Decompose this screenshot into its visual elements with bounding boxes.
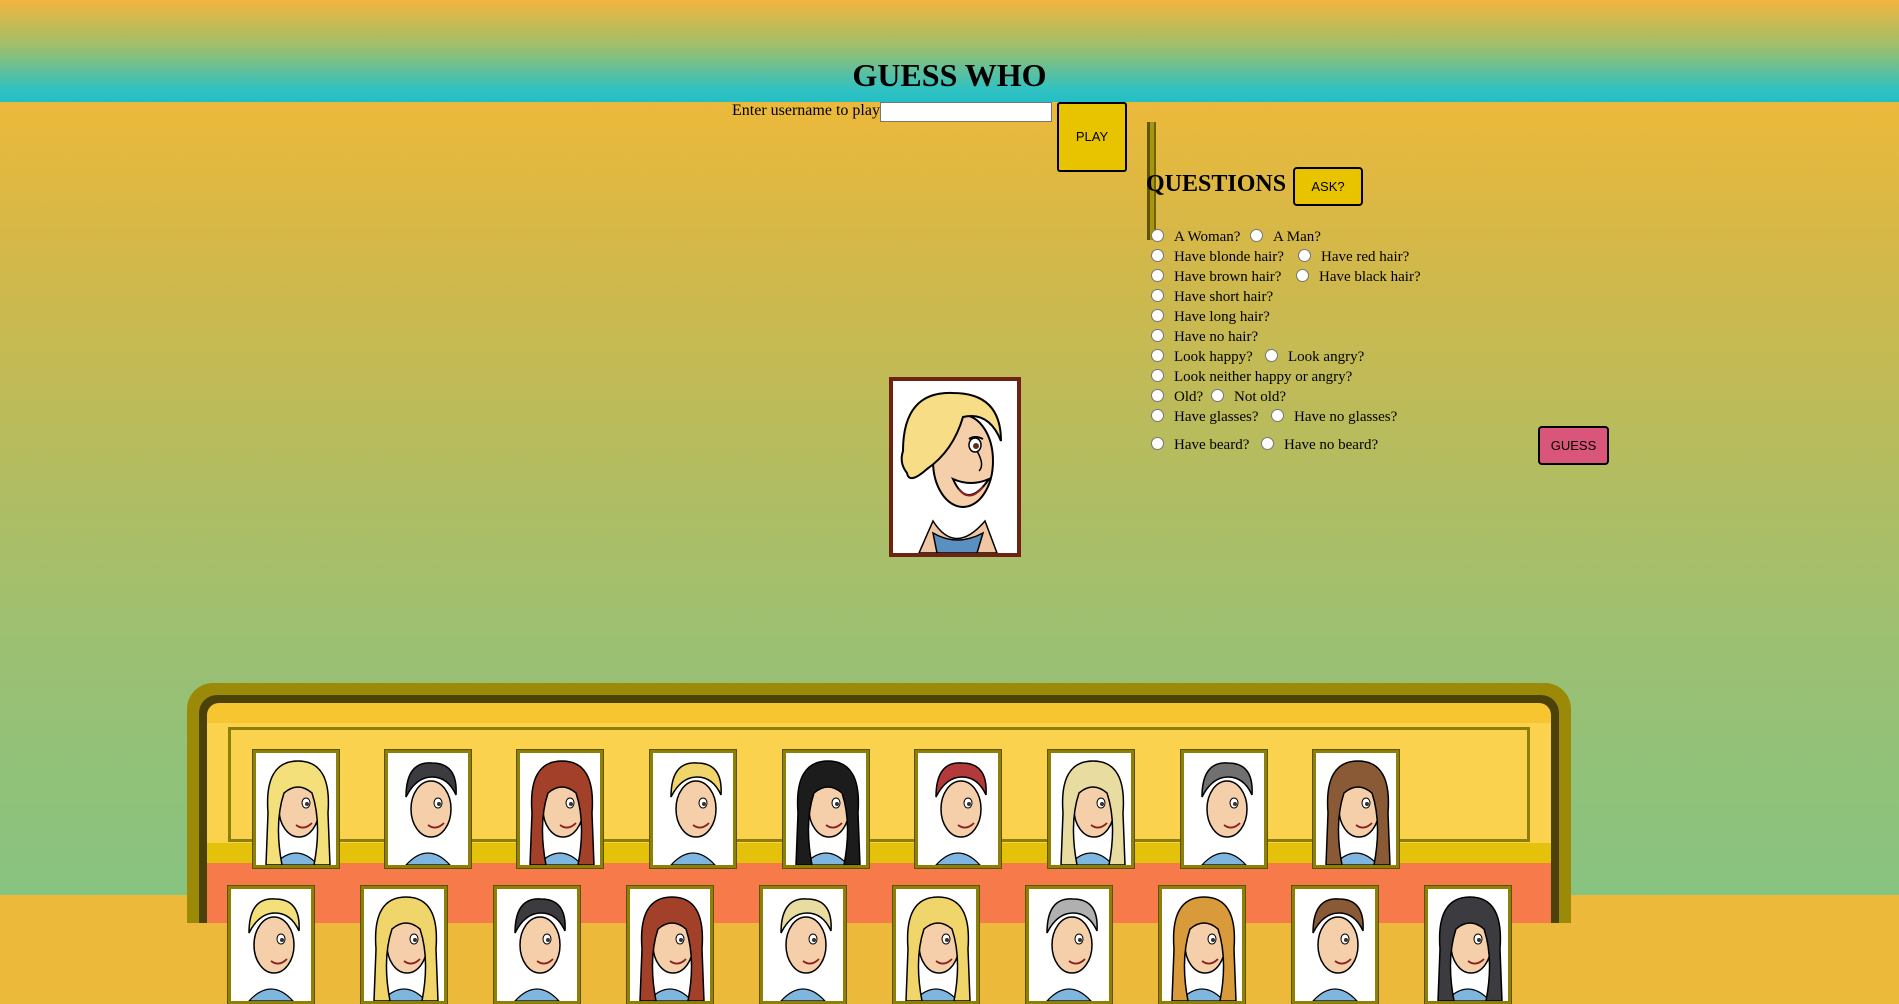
radio-button[interactable] (1211, 389, 1224, 402)
radio-button[interactable] (1151, 369, 1164, 382)
question-option[interactable]: Look neither happy or angry? (1151, 368, 1352, 386)
character-card-blonde-spiky-man[interactable] (1048, 750, 1134, 868)
radio-button[interactable] (1261, 437, 1274, 450)
character-card-blonde-long-hair-woman[interactable] (253, 750, 339, 868)
character-portrait (1295, 889, 1375, 1001)
radio-button[interactable] (1271, 409, 1284, 422)
question-option[interactable]: Look angry? (1265, 348, 1364, 366)
character-portrait (256, 753, 336, 865)
character-card-blonde-glasses-woman[interactable] (650, 750, 736, 868)
character-card-brown-hair-man[interactable] (1313, 750, 1399, 868)
radio-button[interactable] (1298, 249, 1311, 262)
question-option[interactable]: Have no hair? (1151, 328, 1258, 346)
question-option[interactable]: Have blonde hair? (1151, 248, 1284, 266)
character-portrait (1184, 753, 1264, 865)
username-label: Enter username to play (732, 102, 880, 119)
radio-button[interactable] (1151, 309, 1164, 322)
character-card-row2[interactable] (1292, 886, 1378, 1004)
character-card-row2[interactable] (361, 886, 447, 1004)
blonde-woman-portrait (893, 381, 1017, 553)
radio-button[interactable] (1296, 269, 1309, 282)
character-portrait (896, 889, 976, 1001)
question-option[interactable]: Have brown hair? (1151, 268, 1281, 286)
character-portrait (653, 753, 733, 865)
character-portrait (388, 753, 468, 865)
character-portrait (231, 889, 311, 1001)
question-option[interactable]: Have black hair? (1296, 268, 1421, 286)
character-portrait (364, 889, 444, 1001)
character-portrait (763, 889, 843, 1001)
character-portrait (1051, 753, 1131, 865)
radio-button[interactable] (1151, 269, 1164, 282)
radio-button[interactable] (1250, 229, 1263, 242)
character-card-row2[interactable] (494, 886, 580, 1004)
questions-title: QUESTIONS (1146, 171, 1287, 197)
radio-button[interactable] (1265, 349, 1278, 362)
radio-button[interactable] (1151, 349, 1164, 362)
radio-button[interactable] (1151, 289, 1164, 302)
question-option[interactable]: Not old? (1211, 388, 1286, 406)
character-portrait (1316, 753, 1396, 865)
question-option[interactable]: Have beard? (1151, 436, 1249, 454)
radio-button[interactable] (1151, 409, 1164, 422)
mystery-character-card (889, 377, 1021, 557)
character-portrait (1162, 889, 1242, 1001)
question-option[interactable]: Have no glasses? (1271, 408, 1397, 426)
question-option[interactable]: Old? (1151, 388, 1203, 406)
character-card-row2[interactable] (760, 886, 846, 1004)
character-portrait (918, 753, 998, 865)
question-option[interactable]: Have short hair? (1151, 288, 1273, 306)
username-input[interactable] (880, 102, 1052, 122)
character-card-row2[interactable] (1425, 886, 1511, 1004)
question-option[interactable]: A Woman? (1151, 228, 1240, 246)
radio-button[interactable] (1151, 229, 1164, 242)
question-option[interactable]: Have no beard? (1261, 436, 1378, 454)
guess-button[interactable]: GUESS (1538, 426, 1609, 465)
question-option[interactable]: Have long hair? (1151, 308, 1270, 326)
character-card-black-quiff-man[interactable] (783, 750, 869, 868)
character-portrait (497, 889, 577, 1001)
radio-button[interactable] (1151, 329, 1164, 342)
character-card-row2[interactable] (627, 886, 713, 1004)
question-option[interactable]: Have glasses? (1151, 408, 1259, 426)
character-card-row2[interactable] (1159, 886, 1245, 1004)
character-portrait (786, 753, 866, 865)
question-option[interactable]: Have red hair? (1298, 248, 1409, 266)
character-portrait (630, 889, 710, 1001)
question-option[interactable]: Look happy? (1151, 348, 1253, 366)
page-title: GUESS WHO (852, 57, 1047, 93)
character-portrait (1428, 889, 1508, 1001)
character-portrait (1029, 889, 1109, 1001)
radio-button[interactable] (1151, 389, 1164, 402)
radio-button[interactable] (1151, 249, 1164, 262)
radio-button[interactable] (1151, 437, 1164, 450)
character-card-red-hair-woman[interactable] (517, 750, 603, 868)
character-card-row2[interactable] (1026, 886, 1112, 1004)
character-card-red-spiky-hair-woman[interactable] (915, 750, 1001, 868)
play-button[interactable]: PLAY (1057, 102, 1127, 172)
ask-button[interactable]: ASK? (1293, 167, 1363, 206)
character-card-row2[interactable] (228, 886, 314, 1004)
character-card-grey-hair-man[interactable] (1181, 750, 1267, 868)
question-option[interactable]: A Man? (1250, 228, 1321, 246)
character-card-row2[interactable] (893, 886, 979, 1004)
character-portrait (520, 753, 600, 865)
character-card-black-hair-woman[interactable] (385, 750, 471, 868)
